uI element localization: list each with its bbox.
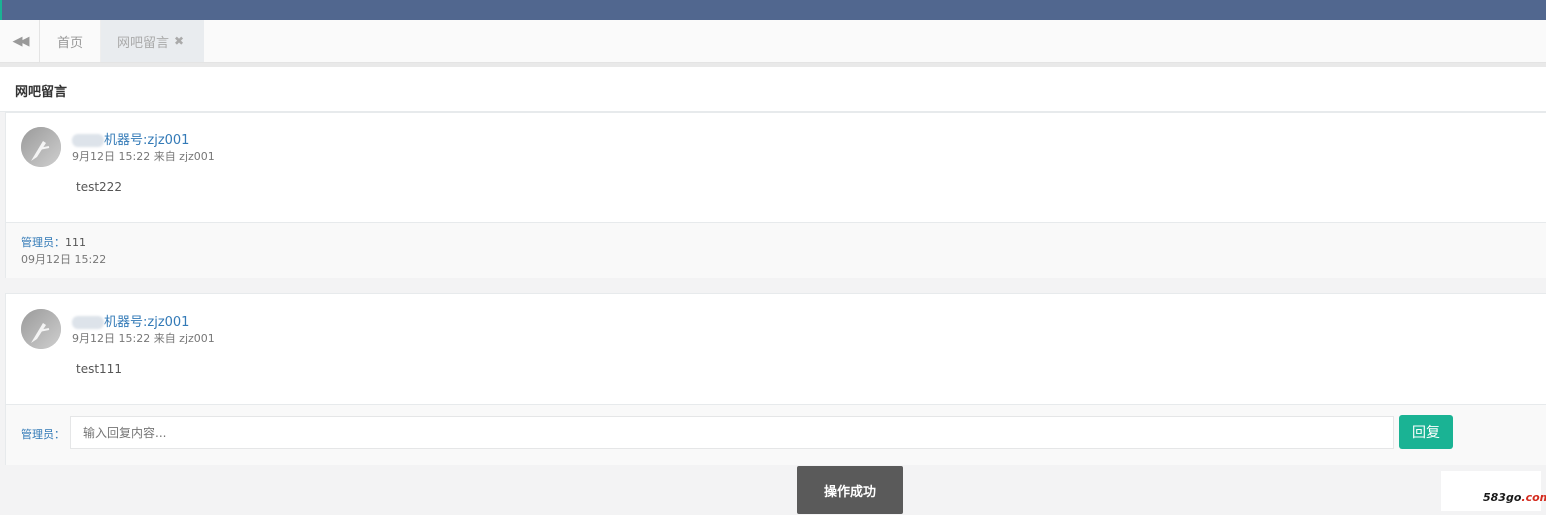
redacted-name bbox=[72, 316, 104, 329]
redacted-name bbox=[72, 134, 104, 147]
navbar-accent-edge bbox=[0, 0, 2, 20]
sender-label: 机器号:zjz001 bbox=[104, 133, 190, 148]
sender-name[interactable]: 机器号:zjz001 bbox=[72, 129, 189, 148]
reply-time: 09月12日 15:22 bbox=[21, 253, 107, 266]
admin-label: 管理员： bbox=[21, 428, 65, 441]
top-navbar bbox=[0, 0, 1546, 20]
message-text: test111 bbox=[76, 362, 122, 376]
watermark-text: 583go.com bbox=[1483, 491, 1546, 504]
reply-block: 管理员：111 09月12日 15:22 bbox=[6, 222, 1546, 278]
sender-name[interactable]: 机器号:zjz001 bbox=[72, 311, 189, 330]
admin-label: 管理员： bbox=[21, 236, 65, 249]
success-toast: 操作成功 bbox=[797, 466, 903, 514]
message-card: 机器号:zjz001 9月12日 15:22 来自 zjz001 test222… bbox=[5, 112, 1546, 278]
sender-label: 机器号:zjz001 bbox=[104, 315, 190, 330]
tab-bar: ◀◀ 首页 网吧留言 ✖ bbox=[0, 20, 1546, 63]
tab-scroll-left-icon[interactable]: ◀◀ bbox=[0, 20, 40, 62]
message-text: test222 bbox=[76, 180, 122, 194]
tab-home-label: 首页 bbox=[56, 35, 83, 51]
page-title: 网吧留言 bbox=[15, 85, 68, 100]
avatar bbox=[21, 309, 61, 349]
page-header: 网吧留言 bbox=[0, 67, 1546, 112]
watermark-logo: 583go.com bbox=[1441, 471, 1546, 511]
tab-message[interactable]: 网吧留言 ✖ bbox=[101, 20, 204, 62]
reply-text: 111 bbox=[65, 236, 86, 249]
tab-message-label: 网吧留言 bbox=[117, 35, 170, 51]
message-card: 机器号:zjz001 9月12日 15:22 来自 zjz001 test111… bbox=[5, 293, 1546, 465]
reply-form: 管理员： 回复 bbox=[6, 404, 1546, 465]
message-meta: 9月12日 15:22 来自 zjz001 bbox=[72, 150, 215, 163]
close-icon[interactable]: ✖ bbox=[174, 34, 184, 48]
tab-home[interactable]: 首页 bbox=[40, 20, 101, 62]
reply-button[interactable]: 回复 bbox=[1399, 415, 1453, 449]
avatar bbox=[21, 127, 61, 167]
message-meta: 9月12日 15:22 来自 zjz001 bbox=[72, 332, 215, 345]
reply-input[interactable] bbox=[70, 416, 1394, 449]
